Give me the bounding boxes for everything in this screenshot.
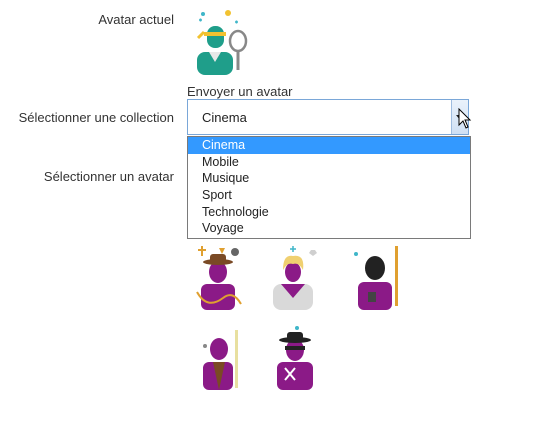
blonde-actress-avatar-icon xyxy=(273,246,317,310)
mouse-cursor-icon xyxy=(458,108,472,129)
select-collection-label: Sélectionner une collection xyxy=(18,110,174,125)
option-technologie[interactable]: Technologie xyxy=(188,204,470,221)
avatar-option-1[interactable] xyxy=(193,244,247,310)
option-sport[interactable]: Sport xyxy=(188,187,470,204)
select-avatar-label: Sélectionner un avatar xyxy=(43,169,174,184)
upload-avatar-link[interactable]: Envoyer un avatar xyxy=(187,84,293,99)
option-cinema[interactable]: Cinema xyxy=(188,137,470,154)
collection-dropdown-list[interactable]: Cinema Mobile Musique Sport Technologie … xyxy=(187,136,471,239)
current-avatar-image xyxy=(191,8,253,75)
avatar-option-5[interactable] xyxy=(271,324,323,390)
option-musique[interactable]: Musique xyxy=(188,170,470,187)
collection-select-value: Cinema xyxy=(202,110,247,125)
masked-villain-saber-avatar-icon xyxy=(354,246,398,310)
zorro-masked-avatar-icon xyxy=(277,326,313,390)
avatar-option-2[interactable] xyxy=(265,244,327,310)
adventurer-hat-whip-avatar-icon xyxy=(196,246,242,310)
jedi-saber-avatar-icon xyxy=(203,330,238,390)
option-voyage[interactable]: Voyage xyxy=(188,220,470,237)
option-mobile[interactable]: Mobile xyxy=(188,154,470,171)
tennis-player-avatar-icon xyxy=(196,10,248,75)
avatar-option-3[interactable] xyxy=(348,244,402,310)
current-avatar-label: Avatar actuel xyxy=(98,12,174,27)
collection-select[interactable]: Cinema xyxy=(187,99,469,135)
avatar-option-4[interactable] xyxy=(197,324,247,390)
